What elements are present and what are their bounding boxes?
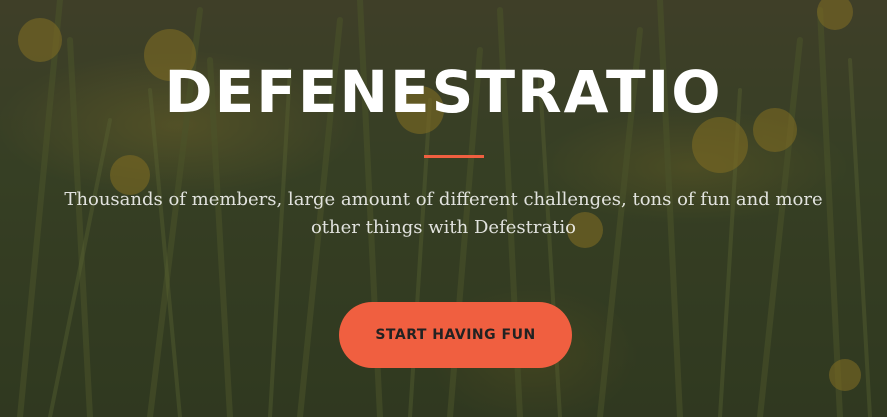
hero-content: DEFENESTRATIO Thousands of members, larg…: [0, 0, 887, 417]
hero-subtitle: Thousands of members, large amount of di…: [64, 189, 823, 238]
title-divider: [424, 155, 484, 158]
start-having-fun-button[interactable]: START HAVING FUN: [339, 302, 572, 368]
hero-title: DEFENESTRATIO: [164, 58, 723, 126]
